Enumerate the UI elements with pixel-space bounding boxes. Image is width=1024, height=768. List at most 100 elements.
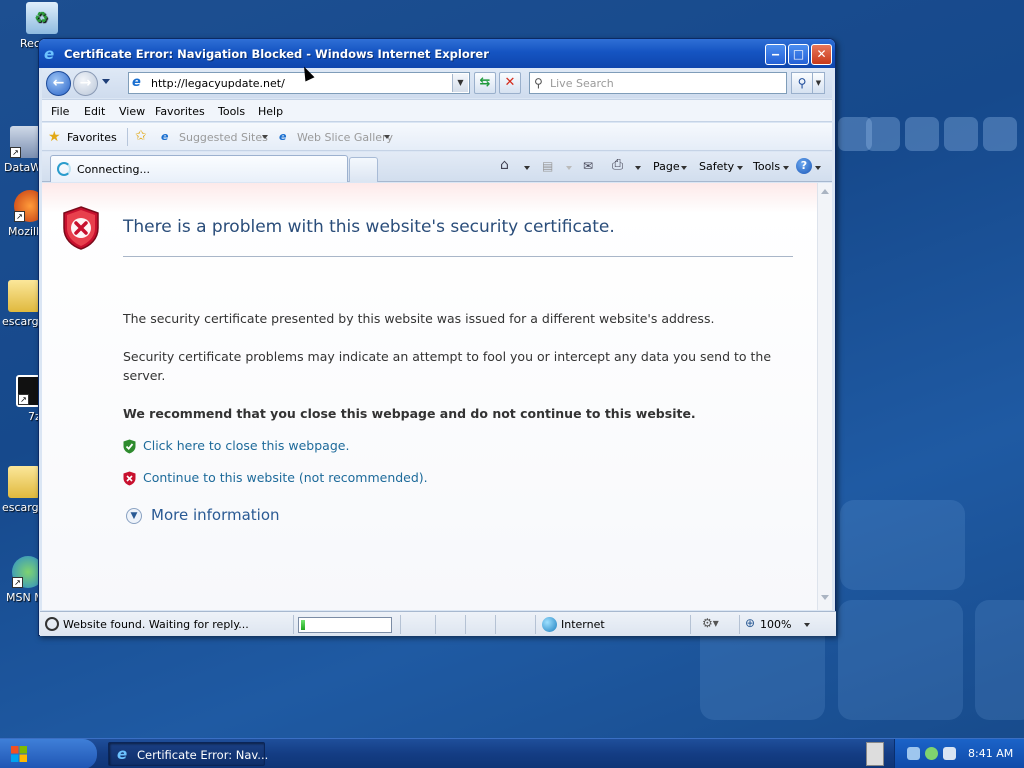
- scroll-down-arrow[interactable]: [821, 595, 829, 600]
- chevron-down-icon[interactable]: [524, 166, 530, 170]
- menu-favorites[interactable]: Favorites: [155, 105, 205, 118]
- close-button[interactable]: ✕: [811, 44, 832, 65]
- waiting-clock-icon: [45, 617, 59, 631]
- favorites-button[interactable]: Favorites: [67, 131, 117, 144]
- close-webpage-link[interactable]: Click here to close this webpage.: [143, 438, 349, 453]
- page-menu-button[interactable]: Page: [653, 160, 680, 173]
- suggested-sites-link[interactable]: Suggested Sites: [179, 131, 268, 144]
- loading-spinner-icon: [57, 162, 71, 176]
- safety-menu-button[interactable]: Safety: [699, 160, 734, 173]
- tab-and-command-bar: Connecting... ⌂ ▤ ✉ ⎙ Page Safety Tools …: [42, 152, 832, 182]
- read-mail-icon[interactable]: ✉: [583, 159, 593, 173]
- new-tab-button[interactable]: [349, 157, 378, 182]
- folder-icon: [8, 466, 40, 498]
- folder-zip-icon: [8, 280, 40, 312]
- divider: [465, 615, 466, 634]
- desktop-decoration: [975, 600, 1024, 720]
- menu-tools[interactable]: Tools: [218, 105, 245, 118]
- chevron-down-icon[interactable]: [262, 135, 268, 139]
- help-icon[interactable]: ?: [796, 158, 812, 174]
- menu-edit[interactable]: Edit: [84, 105, 105, 118]
- divider: [123, 256, 793, 257]
- chevron-down-icon[interactable]: [804, 623, 810, 627]
- security-zone-label[interactable]: Internet: [561, 618, 605, 631]
- status-text: Website found. Waiting for reply...: [63, 618, 249, 631]
- zoom-level[interactable]: 100%: [760, 618, 791, 631]
- divider: [739, 615, 740, 634]
- title-bar[interactable]: e Certificate Error: Navigation Blocked …: [39, 39, 835, 68]
- messenger-tray-icon[interactable]: [925, 747, 938, 760]
- keyboard-layout-icon[interactable]: [866, 742, 884, 766]
- search-input[interactable]: ⚲ Live Search: [529, 72, 787, 94]
- vertical-scrollbar[interactable]: [817, 183, 832, 610]
- page-title: There is a problem with this website's s…: [123, 217, 615, 237]
- recent-pages-dropdown[interactable]: [102, 79, 110, 84]
- search-placeholder: Live Search: [550, 77, 614, 90]
- rss-feeds-icon[interactable]: ▤: [542, 159, 553, 173]
- search-button[interactable]: ⚲: [791, 72, 813, 94]
- chevron-down-icon[interactable]: [815, 166, 821, 170]
- menu-bar: File Edit View Favorites Tools Help: [42, 99, 832, 122]
- continue-to-website-link[interactable]: Continue to this website (not recommende…: [143, 470, 428, 485]
- desktop-decoration: [840, 500, 965, 590]
- add-to-favorites-bar-icon[interactable]: ✩: [135, 128, 147, 144]
- status-bar: Website found. Waiting for reply... Inte…: [40, 611, 836, 636]
- system-tray: 8:41 AM: [894, 739, 1024, 768]
- maximize-button[interactable]: □: [788, 44, 809, 65]
- error-shield-icon: [63, 206, 99, 250]
- divider: [293, 615, 294, 634]
- taskbar-item-ie[interactable]: e Certificate Error: Nav...: [108, 742, 269, 766]
- back-button[interactable]: ←: [46, 71, 71, 96]
- protected-mode-icon[interactable]: ⚙▾: [702, 616, 719, 630]
- divider: [535, 615, 536, 634]
- desktop-decoration: [983, 117, 1017, 151]
- chevron-down-icon: [566, 166, 572, 170]
- chevron-down-icon[interactable]: [783, 166, 789, 170]
- menu-help[interactable]: Help: [258, 105, 283, 118]
- tab-connecting[interactable]: Connecting...: [50, 155, 348, 182]
- ie-page-icon: e: [279, 130, 287, 143]
- chevron-down-icon[interactable]: [737, 166, 743, 170]
- url-input[interactable]: http://legacyupdate.net/: [151, 77, 285, 90]
- network-icon[interactable]: [907, 747, 920, 760]
- refresh-button[interactable]: ⇆: [474, 72, 496, 94]
- volume-icon[interactable]: [943, 747, 956, 760]
- ie-page-icon: e: [161, 130, 169, 143]
- chevron-down-icon[interactable]: [681, 166, 687, 170]
- expand-chevron-icon[interactable]: ▼: [126, 508, 142, 524]
- windows-logo-icon: [11, 746, 27, 762]
- home-icon[interactable]: ⌂: [500, 157, 509, 173]
- search-options-dropdown[interactable]: ▼: [813, 72, 825, 94]
- chevron-down-icon[interactable]: [384, 135, 390, 139]
- desktop-decoration: [866, 117, 900, 151]
- warning-paragraph: Security certificate problems may indica…: [123, 349, 772, 383]
- ie-window: e Certificate Error: Navigation Blocked …: [38, 38, 836, 636]
- favorites-bar: ★ Favorites ✩ e Suggested Sites e Web Sl…: [42, 123, 832, 151]
- zoom-icon[interactable]: ⊕: [745, 616, 755, 630]
- taskbar-item-label: Certificate Error: Nav...: [137, 748, 269, 762]
- menu-file[interactable]: File: [51, 105, 69, 118]
- scroll-up-arrow[interactable]: [821, 189, 829, 194]
- print-icon[interactable]: ⎙: [612, 157, 623, 173]
- start-button[interactable]: [0, 739, 97, 768]
- divider: [127, 128, 128, 146]
- forward-button[interactable]: →: [73, 71, 98, 96]
- desktop-decoration: [944, 117, 978, 151]
- taskbar: e Certificate Error: Nav... 8:41 AM: [0, 738, 1024, 768]
- chevron-down-icon[interactable]: [635, 166, 641, 170]
- address-bar[interactable]: e http://legacyupdate.net/ ▼: [128, 72, 470, 94]
- progress-bar-fill: [301, 620, 305, 630]
- page-ie-icon: e: [132, 75, 141, 90]
- web-slice-gallery-link[interactable]: Web Slice Gallery: [297, 131, 393, 144]
- stop-button[interactable]: ✕: [499, 72, 521, 94]
- minimize-button[interactable]: ‒: [765, 44, 786, 65]
- address-toolbar: ← → e http://legacyupdate.net/ ▼ ⇆ ✕ ⚲ L…: [42, 68, 832, 98]
- address-dropdown-button[interactable]: ▼: [452, 74, 468, 92]
- divider: [690, 615, 691, 634]
- description-paragraph: The security certificate presented by th…: [123, 311, 715, 326]
- more-information-link[interactable]: More information: [151, 506, 280, 524]
- favorites-star-icon: ★: [48, 129, 61, 145]
- menu-view[interactable]: View: [119, 105, 145, 118]
- tools-menu-button[interactable]: Tools: [753, 160, 780, 173]
- clock[interactable]: 8:41 AM: [968, 747, 1013, 760]
